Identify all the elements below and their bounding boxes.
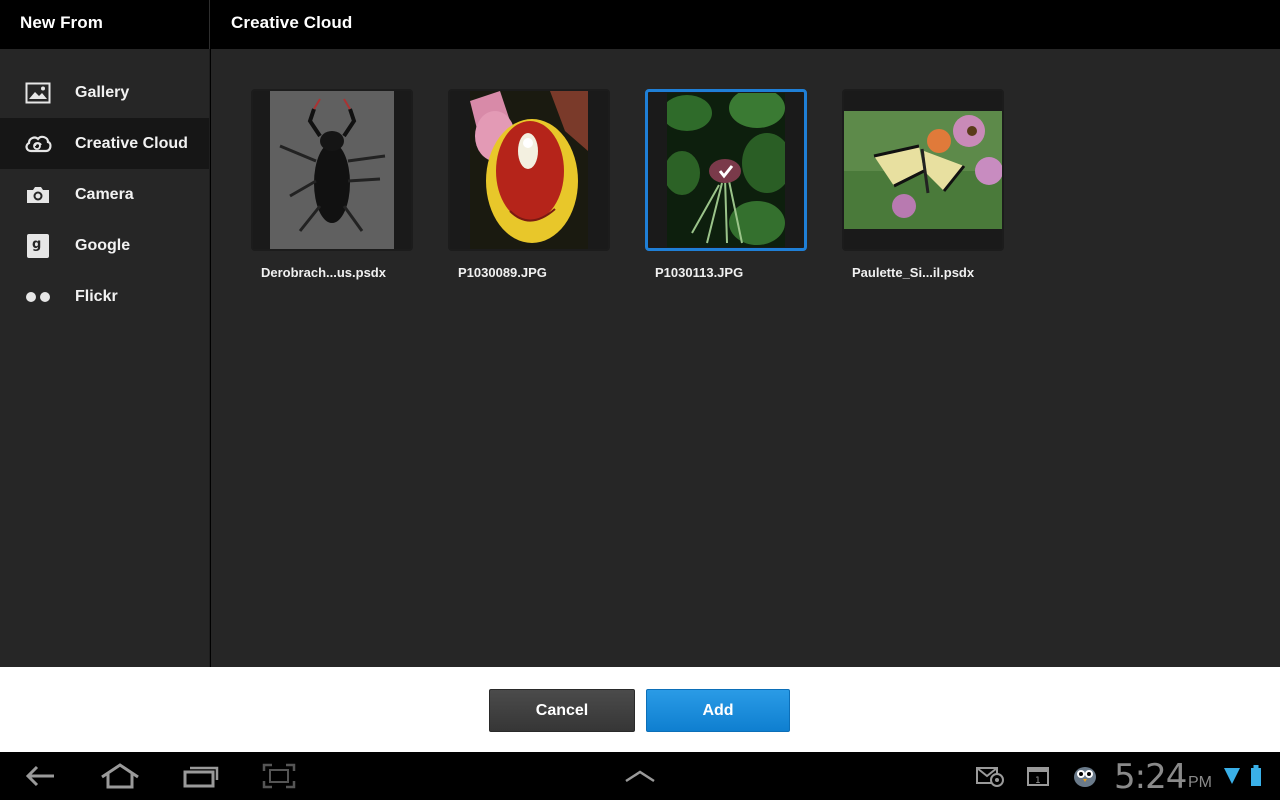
home-icon[interactable] [98,760,142,792]
page-title: Creative Cloud [231,13,353,32]
wifi-icon [1222,760,1242,792]
file-thumbnail[interactable] [842,89,1004,251]
title-bar: New From Creative Cloud [0,0,1280,49]
sidebar-item-creative-cloud[interactable]: Creative Cloud [0,118,209,169]
source-sidebar: Gallery Creative Cloud Camera g Google F… [0,49,210,667]
email-notification-icon[interactable] [975,760,1005,792]
creative-cloud-icon [24,130,52,158]
dialog-actions: Cancel Add [0,667,1280,752]
battery-icon [1248,760,1264,792]
sidebar-item-label: Gallery [75,83,130,101]
sidebar-item-flickr[interactable]: Flickr [0,271,209,322]
screenshot-icon[interactable] [261,760,297,792]
sidebar-item-label: Flickr [75,287,118,305]
file-name: Derobrach...us.psdx [261,265,386,280]
sidebar-item-camera[interactable]: Camera [0,169,209,220]
file-thumbnail[interactable] [448,89,610,251]
sidebar-item-label: Google [75,236,131,254]
flickr-icon [24,283,52,311]
svg-text:g: g [32,237,41,252]
file-name: P1030113.JPG [655,265,744,280]
file-grid: Derobrach...us.psdx P1030089.JPG P103011… [211,49,1280,667]
camera-icon [24,181,52,209]
file-name: Paulette_Si...il.psdx [852,265,975,280]
sidebar-item-google[interactable]: g Google [0,220,209,271]
app-notification-icon[interactable] [1070,760,1100,792]
sidebar-title: New From [20,13,103,32]
sidebar-item-label: Creative Cloud [75,134,188,152]
back-icon[interactable] [22,760,58,792]
file-thumbnail[interactable] [645,89,807,251]
file-tile-selected[interactable]: P1030113.JPG [645,89,807,280]
file-thumbnail[interactable] [251,89,413,251]
recent-apps-icon[interactable] [182,760,220,792]
file-tile[interactable]: P1030089.JPG [448,89,610,280]
clock-time: 5:24 [1114,757,1187,797]
svg-text:1: 1 [1035,776,1041,786]
sidebar-item-gallery[interactable]: Gallery [0,67,209,118]
google-icon: g [24,232,52,260]
sidebar-header: New From [0,0,210,49]
system-bar: 1 5:24 PM [0,752,1280,800]
file-name: P1030089.JPG [458,265,547,280]
chevron-up-icon[interactable] [622,760,658,792]
clock-ampm: PM [1188,774,1212,791]
gallery-icon [24,79,52,107]
file-tile[interactable]: Paulette_Si...il.psdx [842,89,1004,280]
file-tile[interactable]: Derobrach...us.psdx [251,89,413,280]
add-button[interactable]: Add [646,689,790,732]
calendar-notification-icon[interactable]: 1 [1024,760,1052,792]
sidebar-item-label: Camera [75,185,134,203]
cancel-button[interactable]: Cancel [489,689,635,732]
